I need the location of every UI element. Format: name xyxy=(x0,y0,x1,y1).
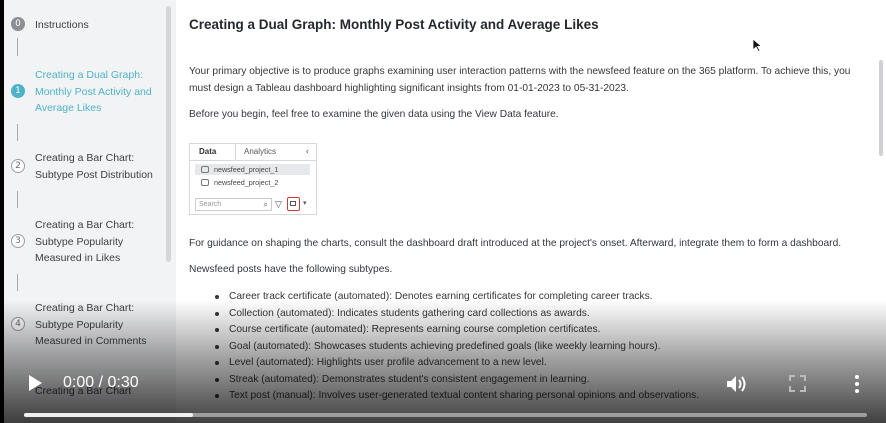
guidance-paragraph: For guidance on shaping the charts, cons… xyxy=(189,238,842,249)
fullscreen-icon[interactable] xyxy=(789,375,806,392)
subtype-list: Career track certificate (automated): De… xyxy=(215,289,855,405)
step-number-badge: 3 xyxy=(11,234,25,248)
list-item: Goal (automated): Showcases students ach… xyxy=(215,339,855,356)
step-label: Creating a Bar Chart: Subtype Popularity… xyxy=(35,302,147,347)
grid-icon xyxy=(290,201,296,206)
list-item: Level (automated): Highlights user profi… xyxy=(215,355,855,372)
mouse-cursor-icon xyxy=(752,38,763,52)
step-connector xyxy=(17,274,18,291)
data-source-item: newsfeed_project_2 xyxy=(195,177,310,188)
step-label: Creating a Bar Chart: Subtype Post Distr… xyxy=(35,152,153,181)
data-source-item: newsfeed_project_1 xyxy=(195,164,310,175)
step-number-badge: 4 xyxy=(11,317,25,331)
more-options-icon[interactable] xyxy=(851,374,863,394)
data-source-label: newsfeed_project_2 xyxy=(214,178,279,187)
view-data-icon xyxy=(287,197,300,211)
list-item: Streak (automated): Demonstrates student… xyxy=(215,372,855,389)
dot xyxy=(855,382,859,386)
app-frame: 0 Instructions 1 Creating a Dual Graph: … xyxy=(4,0,886,423)
play-button[interactable] xyxy=(28,373,44,393)
step-label: Creating a Dual Graph: Monthly Post Acti… xyxy=(35,69,152,114)
sidebar-scrollbar[interactable] xyxy=(166,6,171,262)
page-title: Creating a Dual Graph: Monthly Post Acti… xyxy=(189,17,599,32)
step-label: Instructions xyxy=(35,19,89,31)
view-data-paragraph: Before you begin, feel free to examine t… xyxy=(189,109,559,120)
content-area: Creating a Dual Graph: Monthly Post Acti… xyxy=(176,0,886,423)
steps-sidebar: 0 Instructions 1 Creating a Dual Graph: … xyxy=(4,0,176,423)
volume-icon[interactable] xyxy=(725,374,749,394)
content-scrollbar[interactable] xyxy=(879,60,883,156)
subtypes-intro: Newsfeed posts have the following subtyp… xyxy=(189,264,393,275)
dot xyxy=(855,389,859,393)
step-connector xyxy=(17,191,18,208)
data-tab: Data xyxy=(199,147,217,156)
panel-tabs: Data Analytics ‹ xyxy=(190,144,316,161)
dropdown-arrow-icon: ▾ xyxy=(303,200,307,207)
panel-search-field: Search ⌕ xyxy=(195,198,272,211)
step-label: Creating a Bar Chart: Subtype Popularity… xyxy=(35,219,135,264)
step-connector xyxy=(17,124,18,141)
filter-icon: ▽ xyxy=(275,199,282,209)
step-number-badge: 0 xyxy=(11,17,25,31)
list-item: Course certificate (automated): Represen… xyxy=(215,322,855,339)
data-source-label: newsfeed_project_1 xyxy=(214,165,279,174)
dot xyxy=(855,375,859,379)
intro-paragraph: Your primary objective is to produce gra… xyxy=(189,66,851,94)
database-icon xyxy=(201,166,209,173)
step-number-badge: 1 xyxy=(11,84,25,98)
progress-bar[interactable] xyxy=(24,413,867,417)
list-item: Collection (automated): Indicates studen… xyxy=(215,306,855,323)
search-icon: ⌕ xyxy=(263,200,268,209)
list-item: Career track certificate (automated): De… xyxy=(215,289,855,306)
list-item: Text post (manual): Involves user-genera… xyxy=(215,388,855,405)
analytics-tab: Analytics xyxy=(244,147,277,156)
buffered-progress xyxy=(24,413,193,417)
collapse-icon: ‹ xyxy=(306,146,309,156)
tab-divider xyxy=(235,144,236,161)
database-icon xyxy=(201,179,209,186)
tableau-data-panel-image: Data Analytics ‹ newsfeed_project_1 news… xyxy=(189,143,317,215)
search-placeholder: Search xyxy=(199,201,222,208)
step-label: Creating a Bar Chart xyxy=(35,385,132,397)
step-number-badge: 2 xyxy=(11,159,25,173)
step-connector xyxy=(17,38,18,56)
